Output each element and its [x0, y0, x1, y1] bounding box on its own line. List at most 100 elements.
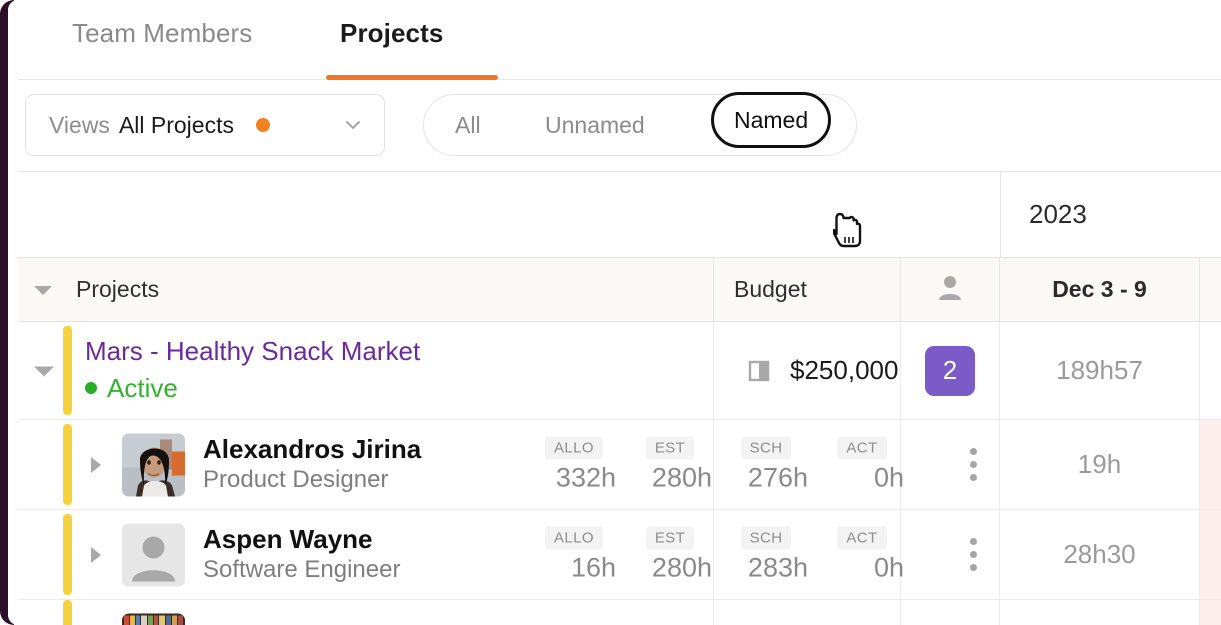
stat-act-label: ACT	[837, 436, 887, 459]
column-header-week: Dec 3 - 9	[1000, 258, 1200, 321]
stat-sch-value: 283h	[747, 552, 808, 582]
member-stats: ALLO 16h EST 280h SCH 283h ACT 0h	[526, 526, 910, 583]
stat-sch-value: 276h	[747, 462, 808, 492]
column-header-week-label: Dec 3 - 9	[1052, 276, 1147, 302]
stat-act: ACT 0h	[814, 526, 910, 583]
expand-member-caret-icon[interactable]	[88, 455, 102, 475]
member-role: Product Designer	[203, 465, 389, 493]
stat-sch-label: SCH	[740, 436, 792, 459]
tab-team-members[interactable]: Team Members	[72, 18, 252, 77]
member-timeline-tail	[1200, 510, 1221, 599]
member-name: Alexandros Jirina	[203, 433, 422, 464]
project-budget-value: $250,000	[790, 355, 899, 385]
window-left-edge	[0, 0, 18, 625]
member-row-main: Aspen Wayne Software Engineer ALLO 16h E…	[10, 510, 977, 599]
project-week-cell[interactable]: 189h57	[1000, 322, 1200, 419]
project-accent-bar	[63, 326, 72, 415]
project-accent-bar	[63, 424, 72, 505]
member-name: Aspen Wayne	[203, 523, 373, 554]
project-name-link[interactable]: Mars - Healthy Snack Market	[85, 336, 420, 367]
row-menu-icon[interactable]	[970, 537, 978, 572]
member-row-main: Justin Mateoo ALLO EST SCH	[10, 600, 714, 625]
project-week-value: 189h57	[1056, 355, 1143, 385]
stat-act-value: 0h	[873, 462, 904, 492]
avatar[interactable]	[122, 613, 185, 625]
table-row-member[interactable]: Aspen Wayne Software Engineer ALLO 16h E…	[10, 510, 1221, 600]
timeline-year-spacer	[10, 172, 1001, 257]
member-people-cell	[901, 420, 1000, 509]
project-row-main: Mars - Healthy Snack Market Active	[10, 322, 714, 419]
project-people-count-badge[interactable]: 2	[925, 345, 975, 396]
views-selector[interactable]: Views All Projects	[25, 94, 385, 156]
stat-allo-label: ALLO	[545, 526, 603, 549]
segment-unnamed[interactable]: Unnamed	[545, 112, 645, 139]
member-role: Software Engineer	[203, 555, 401, 583]
stat-act: ACT 0h	[814, 436, 910, 493]
column-header-budget: Budget	[714, 258, 901, 321]
member-week-cell[interactable]: 19h	[1000, 420, 1200, 509]
table-row-member[interactable]: Justin Mateoo ALLO EST SCH	[10, 600, 1221, 625]
table-body: Mars - Healthy Snack Market Active $250,…	[10, 322, 1221, 625]
member-week-cell[interactable]: 28h30	[1000, 510, 1200, 599]
named-filter-segmented-control: All Unnamed Named	[423, 92, 857, 156]
project-people-cell: 2	[901, 322, 1000, 419]
member-text-block: Alexandros Jirina Product Designer	[203, 433, 422, 495]
stat-act-label: ACT	[837, 526, 887, 549]
timeline-year-row: 2023	[10, 172, 1221, 258]
timeline-year-label: 2023	[1029, 199, 1087, 229]
table-row-member[interactable]: Alexandros Jirina Product Designer ALLO …	[10, 420, 1221, 510]
views-label: Views	[49, 111, 110, 138]
member-timeline-tail	[1200, 420, 1221, 509]
stat-allo: ALLO 16h	[526, 526, 622, 583]
status-dot-icon	[85, 382, 97, 395]
half-square-icon	[748, 358, 770, 384]
project-text-block: Mars - Healthy Snack Market Active	[85, 336, 420, 404]
member-people-cell	[901, 510, 1000, 599]
expand-member-caret-icon[interactable]	[88, 545, 102, 565]
project-budget-cell[interactable]: $250,000	[714, 322, 901, 419]
expand-project-caret-icon[interactable]	[32, 363, 56, 378]
app-content: Team Members Projects Views All Projects…	[10, 0, 1221, 625]
stat-est-label: EST	[645, 436, 695, 459]
member-text-block: Aspen Wayne Software Engineer	[203, 523, 401, 585]
member-row-main: Alexandros Jirina Product Designer ALLO …	[10, 420, 977, 509]
stat-allo: ALLO 332h	[526, 436, 622, 493]
tab-projects[interactable]: Projects	[340, 18, 443, 77]
column-header-projects: Projects	[10, 258, 714, 321]
segment-all[interactable]: All	[455, 112, 481, 139]
member-timeline-tail	[1200, 600, 1221, 625]
table-row-project[interactable]: Mars - Healthy Snack Market Active $250,…	[10, 322, 1221, 420]
project-accent-bar	[63, 600, 72, 625]
member-week-value: 19h	[1077, 449, 1122, 479]
avatar[interactable]	[122, 433, 185, 496]
stat-sch: SCH 283h	[718, 526, 814, 583]
avatar[interactable]	[122, 523, 185, 586]
toolbar: Views All Projects All Unnamed Named	[10, 80, 1221, 248]
collapse-all-caret-icon[interactable]	[32, 283, 54, 297]
member-week-cell[interactable]	[1000, 600, 1200, 625]
app-window: Team Members Projects Views All Projects…	[0, 0, 1221, 625]
project-status-label: Active	[107, 372, 178, 403]
column-header-budget-label: Budget	[734, 276, 807, 302]
project-timeline-tail	[1200, 322, 1221, 419]
stat-allo-value: 332h	[555, 462, 616, 492]
stat-est-value: 280h	[651, 462, 712, 492]
stat-allo-label: ALLO	[545, 436, 603, 459]
stat-sch-label: SCH	[740, 526, 792, 549]
column-header-projects-label: Projects	[76, 276, 160, 302]
views-value: All Projects	[118, 111, 234, 138]
chevron-down-icon	[344, 116, 362, 134]
member-people-cell	[901, 600, 1000, 625]
member-budget-cell	[714, 600, 901, 625]
project-accent-bar	[63, 514, 72, 595]
row-menu-icon[interactable]	[970, 447, 978, 482]
stat-est-label: EST	[645, 526, 695, 549]
tab-bar: Team Members Projects	[10, 0, 1221, 80]
views-status-dot	[255, 118, 270, 132]
member-stats: ALLO 332h EST 280h SCH 276h ACT 0h	[526, 436, 910, 493]
person-icon	[935, 272, 965, 307]
timeline-year-cell: 2023	[1001, 172, 1221, 257]
segment-named[interactable]: Named	[711, 92, 832, 148]
stat-act-value: 0h	[873, 552, 904, 582]
member-week-value: 28h30	[1063, 539, 1136, 569]
